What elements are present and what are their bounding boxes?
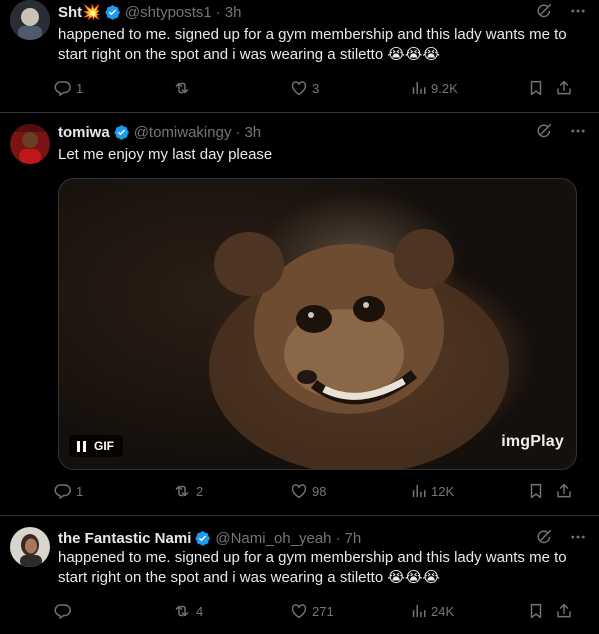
share-icon: [557, 483, 571, 498]
tweet[interactable]: Sht💥 @shtyposts1 · 3h happened to me. si…: [0, 0, 599, 113]
display-name[interactable]: tomiwa: [58, 124, 110, 141]
reply-button[interactable]: [54, 599, 76, 623]
share-button[interactable]: [555, 479, 573, 503]
tweet-header: Sht💥 @shtyposts1 · 3h: [58, 2, 587, 22]
imgplay-watermark: imgPlay: [501, 433, 564, 450]
views-count: 12K: [431, 483, 455, 499]
grok-icon[interactable]: [535, 122, 553, 140]
tweet-text: Let me enjoy my last day please: [58, 146, 273, 163]
bookmark-icon: [530, 603, 542, 619]
share-icon: [557, 603, 571, 618]
views-button[interactable]: 24K: [409, 599, 454, 623]
heart-icon: [291, 604, 307, 619]
grok-icon[interactable]: [535, 528, 553, 546]
avatar-image: [10, 0, 50, 40]
views-icon: [412, 485, 426, 497]
verified-badge-icon: [195, 530, 211, 546]
views-count: 9.2K: [431, 80, 458, 96]
share-button[interactable]: [555, 599, 573, 623]
repost-button[interactable]: [172, 76, 196, 100]
display-name[interactable]: Sht💥: [58, 3, 101, 21]
tweet-text: happened to me. signed up for a gym memb…: [58, 26, 567, 63]
tweet-text: happened to me. signed up for a gym memb…: [58, 549, 567, 586]
separator-dot: ·: [335, 529, 341, 547]
views-button[interactable]: 12K: [409, 479, 454, 503]
timestamp[interactable]: 3h: [244, 124, 261, 141]
gif-media[interactable]: GIF imgPlay: [58, 178, 577, 470]
views-button[interactable]: 9.2K: [409, 76, 458, 100]
like-count: 98: [312, 483, 327, 499]
views-icon: [412, 82, 426, 94]
like-button[interactable]: 98: [290, 479, 326, 503]
tweet-header: the Fantastic Nami @Nami_oh_yeah · 7h: [58, 528, 587, 548]
bookmark-button[interactable]: [527, 599, 545, 623]
tweet[interactable]: the Fantastic Nami @Nami_oh_yeah · 7h ha…: [0, 515, 599, 634]
like-button[interactable]: 271: [290, 599, 334, 623]
bookmark-button[interactable]: [527, 479, 545, 503]
share-icon: [557, 80, 571, 95]
share-button[interactable]: [555, 76, 573, 100]
repost-icon: [175, 485, 189, 497]
like-count: 3: [312, 80, 320, 96]
avatar[interactable]: [10, 124, 50, 164]
gif-frame: [209, 229, 509, 469]
avatar-image: [10, 527, 50, 567]
repost-icon: [175, 82, 189, 94]
gif-label: GIF: [94, 439, 114, 453]
grok-icon[interactable]: [535, 2, 553, 20]
separator-dot: ·: [235, 123, 241, 141]
views-icon: [412, 605, 426, 617]
like-button[interactable]: 3: [290, 76, 319, 100]
bookmark-icon: [530, 80, 542, 96]
tweet-actions: 1 2 98 12K: [50, 479, 585, 503]
heart-icon: [291, 484, 307, 499]
avatar[interactable]: [10, 527, 50, 567]
like-count: 271: [312, 603, 334, 619]
repost-count: 2: [196, 483, 204, 499]
repost-button[interactable]: 2: [172, 479, 203, 503]
gif-badge[interactable]: GIF: [69, 435, 123, 457]
reply-icon: [54, 604, 71, 619]
more-options-icon[interactable]: [569, 2, 587, 20]
heart-icon: [291, 81, 307, 96]
repost-icon: [175, 605, 189, 617]
handle[interactable]: @tomiwakingy: [134, 124, 232, 141]
reply-icon: [54, 484, 71, 499]
reply-count: 1: [76, 483, 84, 499]
separator-dot: ·: [215, 3, 221, 21]
handle[interactable]: @Nami_oh_yeah: [215, 530, 331, 547]
repost-count: 4: [196, 603, 204, 619]
more-options-icon[interactable]: [569, 528, 587, 546]
verified-badge-icon: [105, 4, 120, 20]
handle[interactable]: @shtyposts1: [125, 4, 212, 21]
reply-count: 1: [76, 80, 84, 96]
bookmark-button[interactable]: [527, 76, 545, 100]
views-count: 24K: [431, 603, 455, 619]
tweet[interactable]: tomiwa @tomiwakingy · 3h Let me enjoy my…: [0, 112, 599, 516]
timestamp[interactable]: 7h: [345, 530, 362, 547]
avatar[interactable]: [10, 0, 50, 40]
reply-button[interactable]: 1: [54, 76, 83, 100]
reply-button[interactable]: 1: [54, 479, 83, 503]
display-name[interactable]: the Fantastic Nami: [58, 530, 191, 547]
pause-icon[interactable]: [77, 440, 86, 452]
verified-badge-icon: [114, 124, 129, 140]
avatar-image: [10, 124, 50, 164]
more-options-icon[interactable]: [569, 122, 587, 140]
tweet-actions: 1 3 9.2K: [50, 76, 585, 100]
tweet-header: tomiwa @tomiwakingy · 3h: [58, 122, 587, 142]
timestamp[interactable]: 3h: [225, 4, 242, 21]
tweet-actions: 4 271 24K: [50, 599, 585, 623]
bookmark-icon: [530, 483, 542, 499]
repost-button[interactable]: 4: [172, 599, 203, 623]
reply-icon: [54, 81, 71, 96]
